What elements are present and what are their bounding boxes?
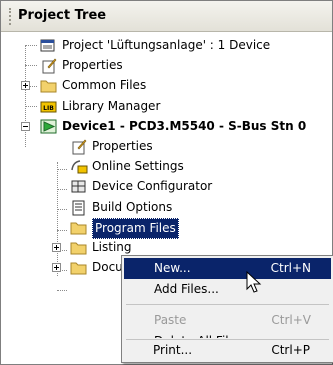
tree-connector xyxy=(57,189,67,190)
tree-connector xyxy=(57,209,67,210)
build-options-icon xyxy=(72,200,85,216)
tree-item-label: Library Manager xyxy=(62,99,161,113)
tree-item-label: Project 'Lüftungsanlage' : 1 Device xyxy=(62,38,271,52)
tree-item-label: Program Files xyxy=(92,218,179,239)
tree-connector xyxy=(25,46,26,147)
tree-connector xyxy=(57,290,67,291)
configurator-icon xyxy=(71,180,86,193)
tree-item-label: Properties xyxy=(92,139,153,153)
menu-item-add-files[interactable]: Add Files... xyxy=(124,279,331,300)
online-settings-icon xyxy=(71,160,88,174)
tree-connector xyxy=(25,106,37,107)
folder-icon xyxy=(70,222,87,235)
folder-icon xyxy=(70,262,87,275)
mouse-cursor-icon xyxy=(246,271,262,293)
menu-item-shortcut: Ctrl+V xyxy=(271,313,311,327)
library-icon: LIB xyxy=(40,101,57,113)
tree-item-label: Device Configurator xyxy=(92,179,213,193)
expand-toggle[interactable] xyxy=(52,243,61,252)
menu-item-new[interactable]: New... Ctrl+N xyxy=(124,258,331,279)
tree-item-label: Common Files xyxy=(62,78,147,92)
panel-header: Project Tree xyxy=(1,1,332,32)
menu-item-paste[interactable]: Paste Ctrl+V xyxy=(124,310,331,331)
expand-toggle[interactable] xyxy=(52,263,61,272)
folder-icon xyxy=(40,80,57,93)
folder-icon xyxy=(70,242,87,255)
menu-separator xyxy=(126,304,329,305)
collapse-toggle[interactable] xyxy=(21,122,30,131)
menu-item-shortcut: Ctrl+P xyxy=(271,343,310,357)
project-icon xyxy=(40,39,55,52)
properties-icon xyxy=(42,58,57,74)
tree-connector xyxy=(57,162,58,276)
menu-item-label: Paste xyxy=(154,313,187,327)
menu-item-shortcut: Ctrl+N xyxy=(270,261,311,275)
tree-item-label: Build Options xyxy=(92,200,173,214)
menu-item-label: New... xyxy=(154,261,191,275)
expand-toggle[interactable] xyxy=(21,81,30,90)
tree-item-label: Device1 - PCD3.M5540 - S-Bus Stn 0 xyxy=(62,119,307,133)
device-icon xyxy=(40,119,57,134)
tree-connector xyxy=(25,65,37,66)
tree-connector xyxy=(25,45,37,46)
tree-item-label: Properties xyxy=(62,58,123,72)
drag-grip[interactable] xyxy=(9,8,13,25)
menu-item-label: Add Files... xyxy=(154,282,219,296)
menu-item-print[interactable]: Print... Ctrl+P xyxy=(123,340,330,361)
tree-connector xyxy=(57,230,67,231)
tree-item-label: Online Settings xyxy=(92,159,184,173)
library-badge: LIB xyxy=(43,105,54,112)
properties-icon xyxy=(72,139,87,155)
panel-title: Project Tree xyxy=(18,8,107,23)
menu-item-label: Print... xyxy=(153,343,193,357)
tree-connector xyxy=(57,169,67,170)
